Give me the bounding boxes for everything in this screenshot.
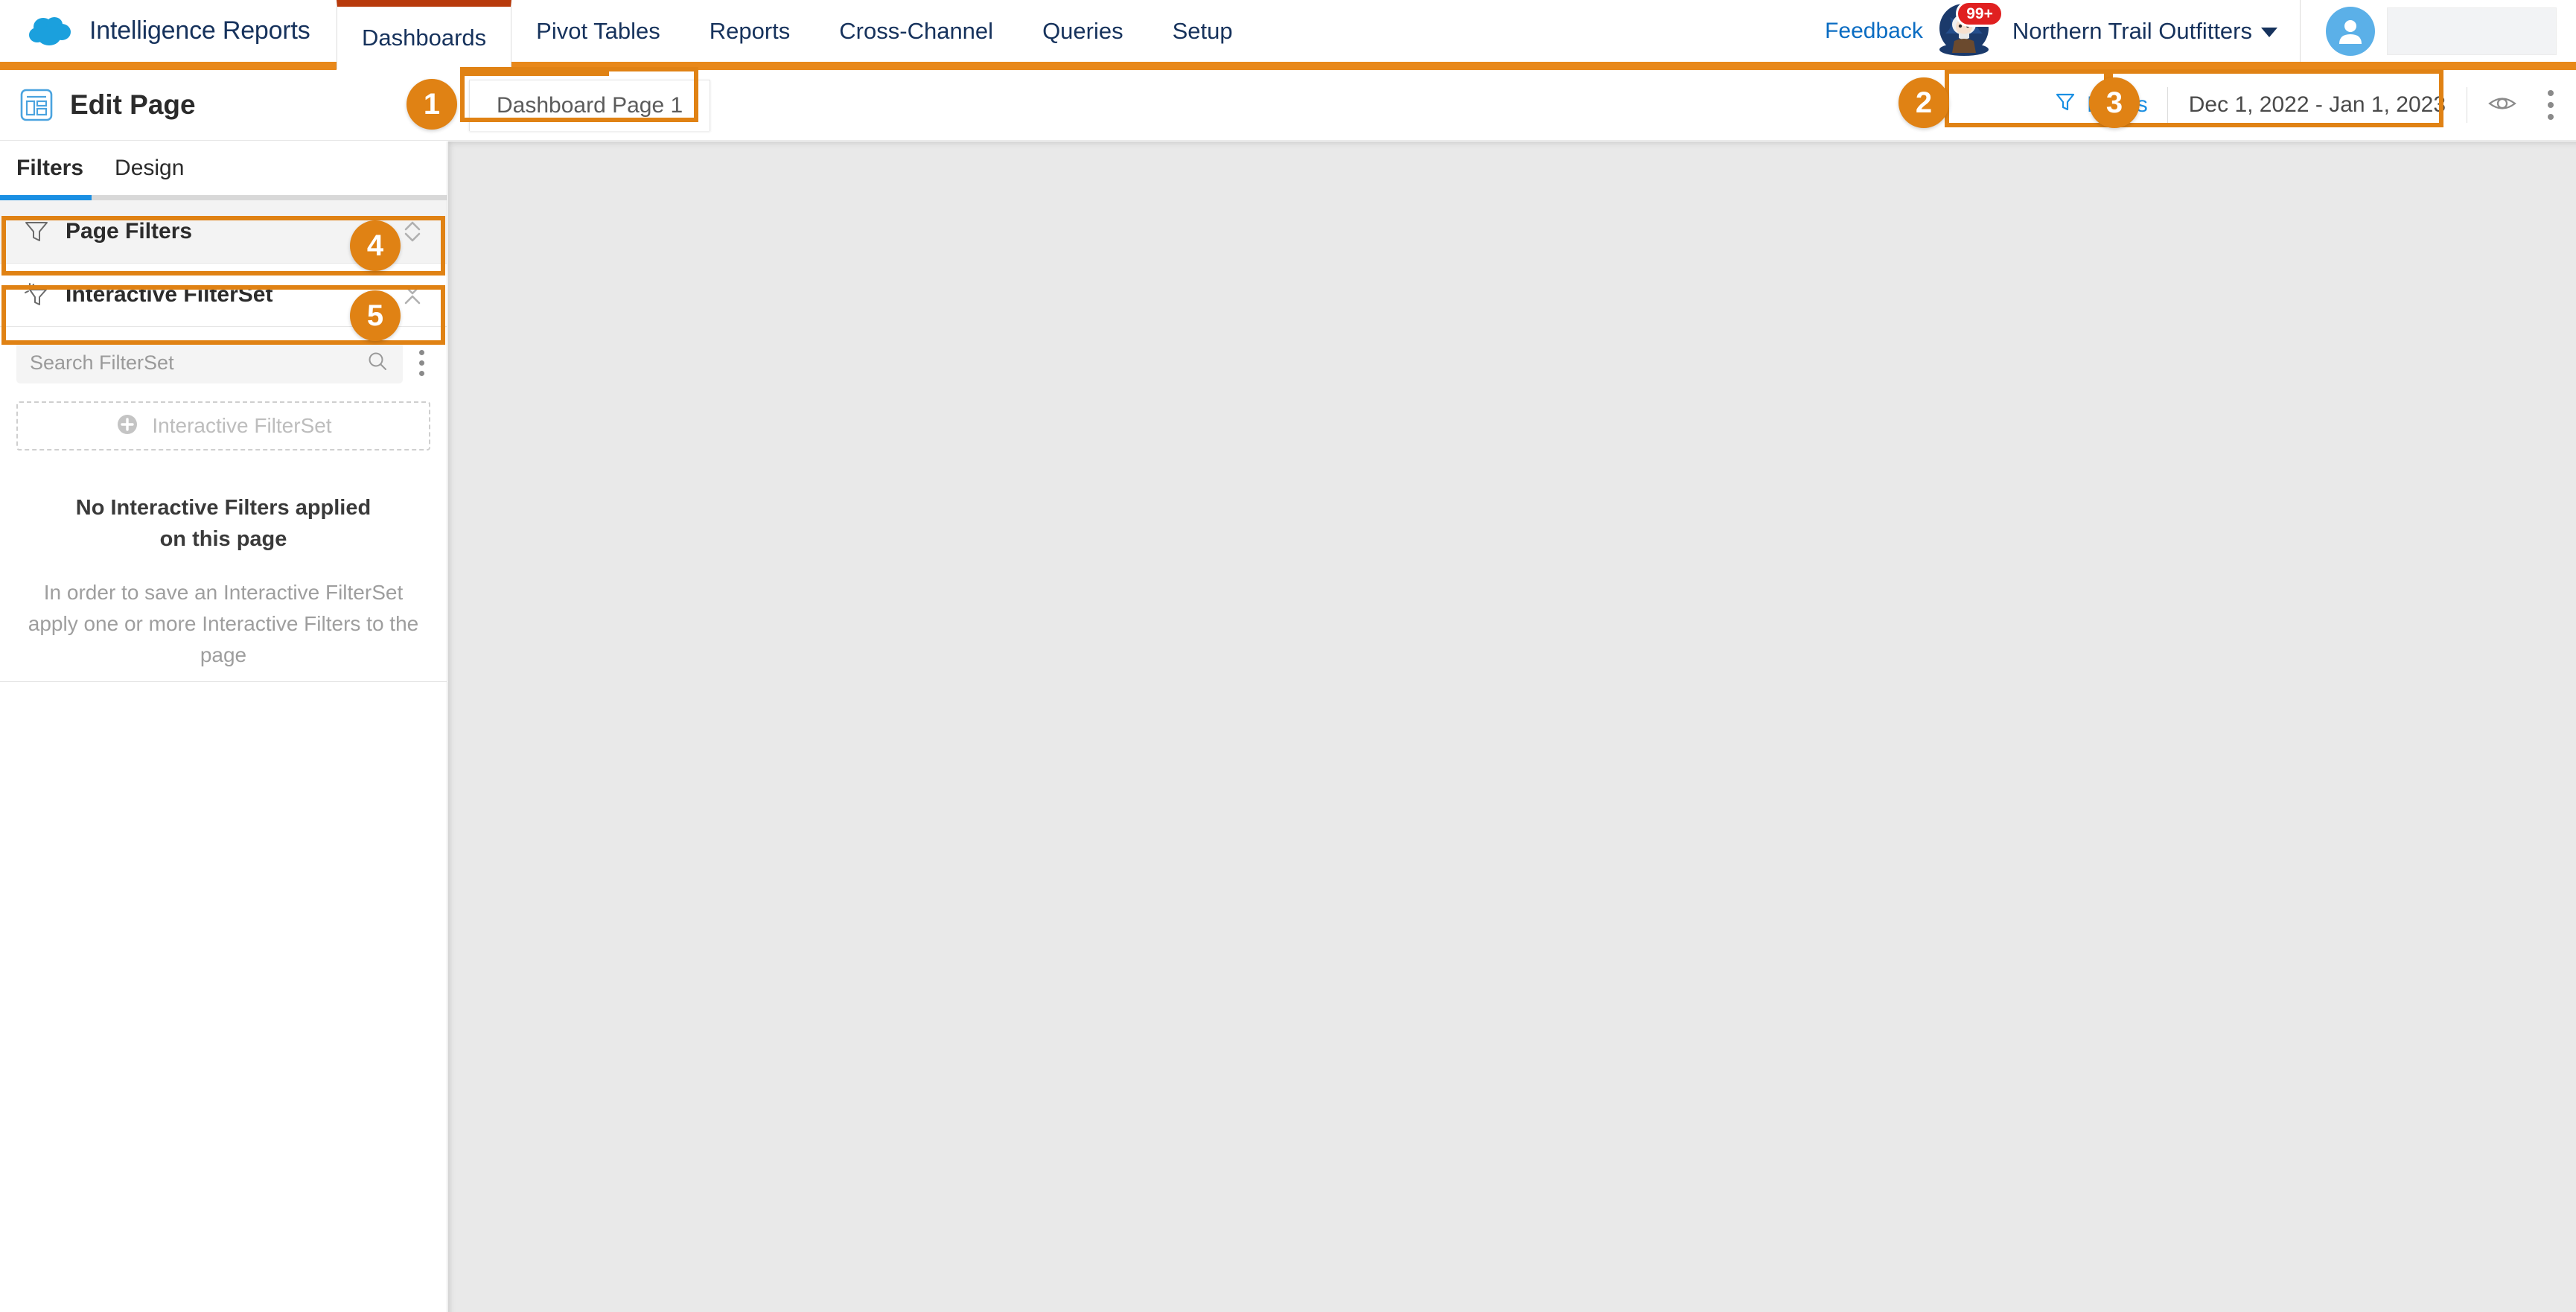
nav-tab-label: Dashboards	[362, 25, 487, 51]
empty-state-title-line2: on this page	[159, 527, 287, 552]
dashboard-page-tab-shell: Dashboard Page 1	[469, 79, 711, 131]
callout-number-5: 5	[350, 290, 401, 341]
edit-page-title-block: Edit Page	[0, 88, 447, 122]
filterset-menu-button[interactable]	[413, 349, 430, 376]
dashboard-page-tab-label: Dashboard Page 1	[497, 92, 683, 118]
sidebar-tab-filters[interactable]: Filters	[16, 156, 83, 181]
nav-tab-label: Reports	[709, 17, 791, 44]
nav-tab-label: Cross-Channel	[839, 17, 994, 44]
search-input[interactable]	[30, 351, 366, 375]
einstein-assistant-icon[interactable]: 99+	[1939, 0, 2003, 59]
sidebar-tab-list: Filters Design	[0, 141, 447, 195]
kebab-menu-icon	[419, 349, 424, 355]
org-switcher[interactable]: Northern Trail Outfitters	[2012, 18, 2277, 45]
panel-label-interactive-filterset: Interactive FilterSet	[66, 282, 273, 307]
interactive-funnel-icon	[22, 281, 51, 309]
nav-tab-list: Dashboards Pivot Tables Reports Cross-Ch…	[337, 0, 1257, 69]
search-icon[interactable]	[366, 349, 389, 377]
dashboard-page-tab[interactable]: Dashboard Page 1	[469, 79, 711, 131]
user-avatar-icon[interactable]	[2326, 6, 2375, 56]
plus-circle-icon	[115, 412, 140, 441]
empty-state-title-line1: No Interactive Filters applied	[75, 496, 372, 520]
org-name-label: Northern Trail Outfitters	[2012, 17, 2252, 44]
eye-icon	[2487, 88, 2518, 123]
nav-tab-reports[interactable]: Reports	[685, 0, 815, 62]
date-range-label: Dec 1, 2022 - Jan 1, 2023	[2188, 92, 2446, 117]
brand-title: Intelligence Reports	[89, 16, 310, 45]
chevron-down-icon	[2261, 27, 2277, 37]
nav-tab-dashboards[interactable]: Dashboards	[337, 0, 512, 69]
page-layout-icon	[19, 88, 54, 122]
window-corner-mask	[0, 1285, 27, 1312]
add-interactive-filterset-button[interactable]: Interactive FilterSet	[16, 401, 430, 450]
sidebar-tab-underline	[0, 195, 447, 200]
brand-block: Intelligence Reports	[0, 0, 337, 62]
nav-tab-label: Queries	[1042, 17, 1123, 44]
callout-number-2: 2	[1898, 77, 1949, 128]
nav-tab-queries[interactable]: Queries	[1018, 0, 1148, 62]
callout-number-3: 3	[2089, 77, 2140, 128]
chevron-down-up-icon[interactable]	[396, 278, 429, 311]
top-navigation-bar: Intelligence Reports Dashboards Pivot Ta…	[0, 0, 2576, 69]
funnel-icon	[2054, 91, 2076, 119]
nav-tab-cross-channel[interactable]: Cross-Channel	[814, 0, 1018, 62]
page-title: Edit Page	[70, 89, 196, 120]
search-input-wrapper[interactable]	[16, 342, 403, 383]
active-tab-indicator	[0, 195, 92, 200]
dashboard-canvas[interactable]	[448, 141, 2576, 1312]
funnel-icon	[22, 217, 51, 246]
nav-tab-setup[interactable]: Setup	[1148, 0, 1257, 62]
date-range-picker[interactable]: Dec 1, 2022 - Jan 1, 2023	[2168, 92, 2467, 118]
chevron-up-down-icon[interactable]	[396, 215, 429, 248]
callout-number-4: 4	[350, 220, 401, 271]
more-options-button[interactable]	[2537, 90, 2576, 120]
kebab-menu-icon	[2548, 90, 2554, 96]
sidebar-tab-design[interactable]: Design	[115, 156, 184, 181]
notification-badge: 99+	[1956, 0, 2003, 27]
nav-right-cluster: Feedback 99+ Northern Trail Outfitters	[1825, 0, 2576, 62]
sidebar-section-divider	[0, 681, 447, 682]
empty-state-subtitle: In order to save an Interactive FilterSe…	[28, 581, 419, 667]
add-interactive-filterset-label: Interactive FilterSet	[152, 414, 332, 437]
callout-number-1: 1	[407, 79, 457, 130]
salesforce-cloud-icon	[27, 15, 73, 48]
nav-tab-pivot-tables[interactable]: Pivot Tables	[511, 0, 685, 62]
preview-button[interactable]	[2467, 88, 2537, 123]
feedback-link[interactable]: Feedback	[1825, 19, 1923, 44]
user-name-redacted	[2387, 7, 2557, 55]
nav-divider	[2300, 0, 2301, 62]
panel-label-page-filters: Page Filters	[66, 219, 193, 243]
empty-state: No Interactive Filters applied on this p…	[0, 492, 447, 671]
nav-tab-label: Pivot Tables	[536, 17, 660, 44]
edit-page-subheader: Edit Page Dashboard Page 1 Filters Dec 1…	[0, 70, 2576, 141]
nav-tab-label: Setup	[1172, 17, 1233, 44]
